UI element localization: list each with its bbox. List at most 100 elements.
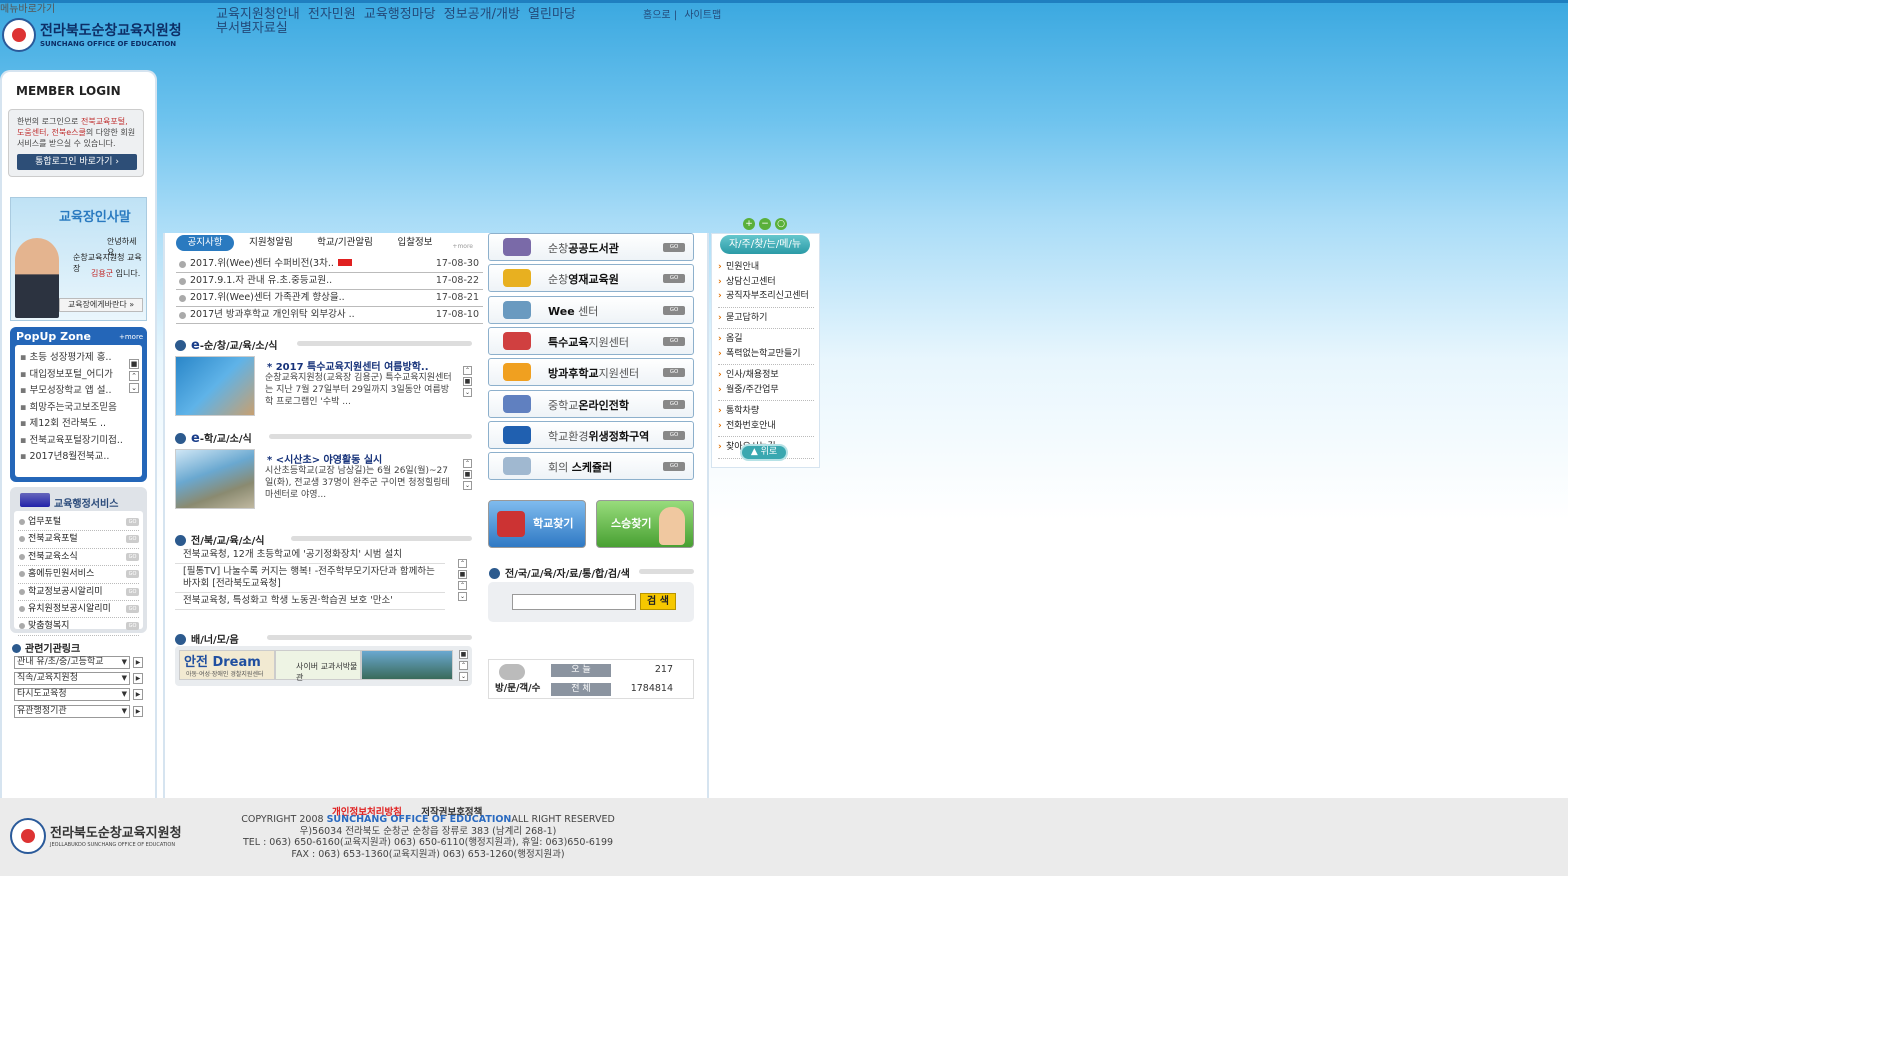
up-arrow-icon[interactable]: ⌃ <box>463 366 472 375</box>
related-select[interactable]: 직속/교육지원청 <box>14 672 130 685</box>
skip-link[interactable]: 메뉴바로가기 <box>0 0 55 15</box>
scroll-top-button[interactable]: ▲ 위로 <box>740 444 788 461</box>
fav-item[interactable]: 공직자부조리신고센터 <box>718 289 814 308</box>
stop-icon[interactable]: ■ <box>459 650 468 659</box>
stop-icon[interactable]: ■ <box>463 377 472 386</box>
banner-cyber-museum[interactable]: 사이버 교과서박물관 <box>275 650 361 682</box>
go-button[interactable]: GO <box>663 337 685 346</box>
go-button[interactable]: GO <box>663 400 685 409</box>
notice-more-link[interactable]: +more <box>452 243 473 250</box>
admin-service-item[interactable]: 유치원정보공시알리미 GO <box>18 601 139 619</box>
related-select[interactable]: 유관행정기관 <box>14 705 130 718</box>
quick-link[interactable]: 특수교육지원센터 GO <box>488 327 694 355</box>
search-button[interactable]: 검 색 <box>640 593 676 610</box>
notice-item[interactable]: 2017.위(Wee)센터 가족관계 향상을.. 17-08-21 <box>176 290 483 307</box>
teacher-search-button[interactable]: 스승찾기 <box>596 500 694 548</box>
list-item[interactable]: [필통TV] 나눌수록 커지는 행복! -전주학부모기자단과 함께하는 바자회 … <box>175 564 445 593</box>
nav-item[interactable]: 부서별자료실 <box>216 21 288 36</box>
up-arrow-icon[interactable]: ⌃ <box>129 371 139 381</box>
stop-icon[interactable]: ■ <box>463 470 472 479</box>
quick-link[interactable]: 학교환경위생정화구역 GO <box>488 421 694 449</box>
fav-item[interactable]: 옴길 <box>718 332 814 347</box>
go-button[interactable]: GO <box>663 306 685 315</box>
quick-link[interactable]: Wee 센터 GO <box>488 296 694 324</box>
tab-office-news[interactable]: 지원청알림 <box>240 235 302 251</box>
play-icon[interactable]: ▶ <box>133 673 143 684</box>
popup-item[interactable]: 전북교육포털장기미접.. <box>20 433 128 450</box>
go-button[interactable]: GO <box>126 587 139 596</box>
fav-item[interactable]: 인사/채용정보 <box>718 368 814 383</box>
go-button[interactable]: GO <box>126 535 139 544</box>
tab-school-news[interactable]: 학교/기관알림 <box>310 235 380 251</box>
go-button[interactable]: GO <box>663 243 685 252</box>
play-icon[interactable]: ▶ <box>133 657 143 668</box>
down-arrow-icon[interactable]: ⌄ <box>459 672 468 681</box>
go-button[interactable]: GO <box>663 462 685 471</box>
play-icon[interactable]: ▶ <box>133 706 143 717</box>
greeting-banner[interactable]: 교육장인사말 안녕하세요, 순창교육지원청 교육장 김용군 입니다. 교육장에게… <box>10 197 147 321</box>
go-button[interactable]: GO <box>126 622 139 631</box>
zoom-reset-icon[interactable]: ○ <box>775 218 787 230</box>
up-arrow-icon[interactable]: ⌃ <box>463 459 472 468</box>
notice-item[interactable]: 2017.위(Wee)센터 수퍼비전(3차.. 17-08-30 <box>176 256 483 273</box>
go-button[interactable]: GO <box>126 552 139 561</box>
tab-notice[interactable]: 공지사항 <box>176 235 234 251</box>
fav-item[interactable]: 상담신고센터 <box>718 275 814 290</box>
go-button[interactable]: GO <box>663 431 685 440</box>
list-item[interactable]: 전북교육청, 특성화고 학생 노동권·학습권 보호 '만소' <box>175 593 445 610</box>
admin-service-item[interactable]: 전북교육소식 GO <box>18 549 139 567</box>
integrated-login-button[interactable]: 통합로그인 바로가기 › <box>17 154 137 170</box>
home-link[interactable]: 홈으로 | <box>643 10 677 21</box>
banner-image[interactable] <box>361 650 453 680</box>
sitemap-link[interactable]: 사이트맵 <box>684 10 721 21</box>
fav-item[interactable]: 통학차량 <box>718 404 814 419</box>
notice-item[interactable]: 2017년 방과후학교 개인위탁 외부강사 .. 17-08-10 <box>176 307 483 324</box>
nav-item[interactable]: 정보공개/개방 <box>444 7 520 22</box>
nav-item[interactable]: 열린마당 <box>528 7 576 22</box>
notice-item[interactable]: 2017.9.1.자 관내 유.초.중등교원.. 17-08-22 <box>176 273 483 290</box>
admin-service-item[interactable]: 학교정보공시알리미 GO <box>18 584 139 602</box>
zoom-out-icon[interactable]: − <box>759 218 771 230</box>
school-search-button[interactable]: 학교찾기 <box>488 500 586 548</box>
fav-item[interactable]: 묻고답하기 <box>718 311 814 329</box>
quick-link[interactable]: 순창영재교육원 GO <box>488 264 694 292</box>
down-arrow-icon[interactable]: ⌄ <box>129 383 139 393</box>
go-button[interactable]: GO <box>663 274 685 283</box>
quick-link[interactable]: 순창공공도서관 GO <box>488 233 694 261</box>
popup-item[interactable]: 초등 성장평가제 홍.. <box>20 350 128 367</box>
quick-link[interactable]: 회의 스케쥴러 GO <box>488 452 694 480</box>
related-select[interactable]: 타시도교육청 <box>14 688 130 701</box>
news-school[interactable]: * <시산초> 야영활동 실시 시산초등학교(교장 남상길)는 6월 26일(월… <box>175 449 472 511</box>
popup-item[interactable]: 2017년8월전북교.. <box>20 449 128 466</box>
go-button[interactable]: GO <box>126 605 139 614</box>
news-sunchang[interactable]: * 2017 특수교육지원센터 여름방학.. 순창교육지원청(교육장 김용군) … <box>175 356 472 418</box>
fav-item[interactable]: 전화번호안내 <box>718 419 814 437</box>
down-arrow-icon[interactable]: ⌄ <box>463 481 472 490</box>
go-button[interactable]: GO <box>126 570 139 579</box>
stop-icon[interactable]: ■ <box>458 570 467 579</box>
up-arrow-icon[interactable]: ⌃ <box>458 581 467 590</box>
popup-item[interactable]: 희망주는국고보조믿음 <box>20 400 128 417</box>
ask-superintendent-button[interactable]: 교육장에게바란다 » <box>59 298 143 312</box>
fav-item[interactable]: 월중/주간업무 <box>718 383 814 401</box>
site-logo[interactable]: 전라북도순창교육지원청 SUNCHANG OFFICE OF EDUCATION <box>2 16 182 56</box>
nav-item[interactable]: 교육행정마당 <box>364 7 436 22</box>
popup-item[interactable]: 부모성장학교 앱 설.. <box>20 383 128 400</box>
fav-item[interactable]: 폭력없는학교만들기 <box>718 347 814 365</box>
admin-service-item[interactable]: 업무포털 GO <box>18 514 139 532</box>
banner-safe-dream[interactable]: 안전 Dream 아동·여성·장애인 경찰지원센터 <box>179 650 275 680</box>
list-item[interactable]: 전북교육청, 12개 초등학교에 '공기정화장치' 시범 설치 <box>175 547 445 564</box>
stop-icon[interactable]: ■ <box>129 359 139 369</box>
fav-item[interactable]: 민원안내 <box>718 260 814 275</box>
popup-more-link[interactable]: +more <box>119 333 143 341</box>
up-arrow-icon[interactable]: ⌃ <box>458 559 467 568</box>
admin-service-item[interactable]: 홈에듀민원서비스 GO <box>18 566 139 584</box>
nav-item[interactable]: 교육지원청안내 <box>216 7 300 22</box>
quick-link[interactable]: 방과후학교지원센터 GO <box>488 358 694 386</box>
related-select[interactable]: 관내 유/초/중/고등학교 <box>14 656 130 669</box>
zoom-in-icon[interactable]: + <box>743 218 755 230</box>
down-arrow-icon[interactable]: ⌄ <box>458 592 467 601</box>
search-input[interactable] <box>512 594 636 610</box>
news-headline[interactable]: * <시산초> 야영활동 실시 <box>267 451 382 466</box>
popup-item[interactable]: 대입정보포털_어디가 <box>20 367 128 384</box>
